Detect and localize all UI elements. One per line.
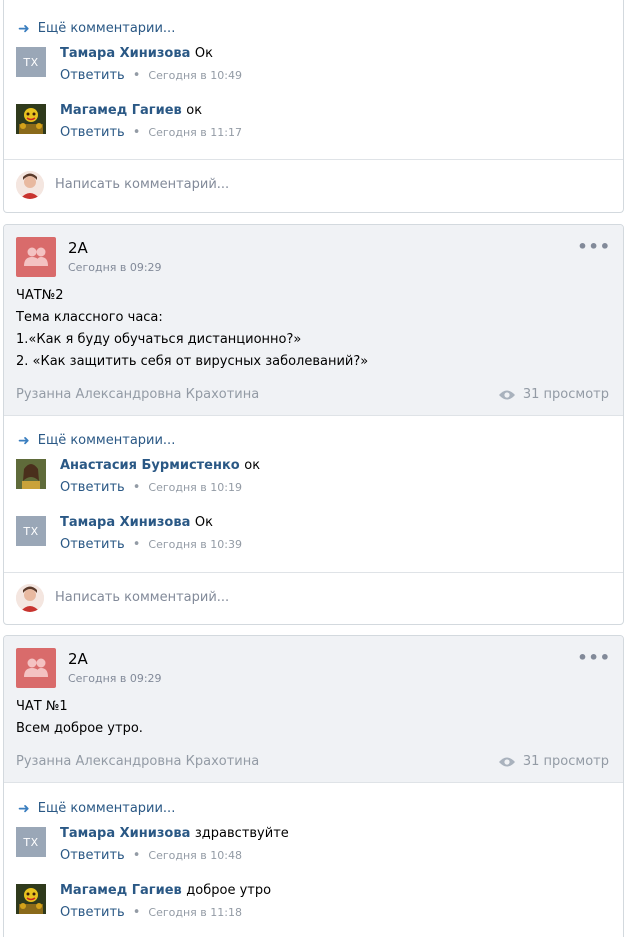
reply-link[interactable]: Ответить	[60, 848, 125, 863]
feed: ➜ Ещё комментарии... ТХ Тамара Хинизова …	[0, 0, 625, 937]
more-dots-icon[interactable]: •••	[577, 648, 611, 667]
reply-link[interactable]: Ответить	[60, 125, 125, 140]
comment-author[interactable]: Тамара Хинизова Ок	[60, 46, 213, 61]
comment: Магамед Гагиев доброе утро Ответить • Сего…	[16, 878, 611, 935]
post: 2А Сегодня в 09:29 ••• ЧАТ №1 Всем добро…	[4, 636, 623, 783]
comments-section: ➜ Ещё комментарии... ТХ Тамара Хинизова …	[4, 783, 623, 935]
views-counter: 31 просмотр	[498, 754, 609, 769]
post-text-line: ЧАТ №1	[16, 699, 68, 714]
comment-author[interactable]: Анастасия Бурмистенко ок	[60, 458, 260, 473]
more-comments-label: Ещё комментарии...	[37, 21, 176, 36]
group-name[interactable]: 2А	[68, 650, 88, 668]
more-comments-label: Ещё комментарии...	[37, 433, 176, 448]
comment-text: доброе утро	[186, 883, 272, 898]
avatar[interactable]	[16, 459, 46, 489]
comment-input[interactable]: Написать комментарий...	[55, 177, 229, 192]
post-card: 2А Сегодня в 09:29 ••• ЧАТ№2 Тема классн…	[3, 224, 624, 625]
eye-icon	[498, 757, 515, 766]
comment: ТХ Тамара Хинизова Ок Ответить • Сегодня в…	[16, 41, 611, 98]
comment-author[interactable]: Тамара Хинизова Ок	[60, 515, 213, 530]
comment-input[interactable]: Написать комментарий...	[55, 590, 229, 605]
comment-time[interactable]: Сегодня в 10:19	[148, 481, 242, 494]
reply-link[interactable]: Ответить	[60, 905, 125, 920]
post-author[interactable]: Рузанна Александровна Крахотина	[16, 387, 259, 402]
reply-link[interactable]: Ответить	[60, 537, 125, 552]
group-avatar[interactable]	[16, 648, 56, 688]
comment: Анастасия Бурмистенко ок Ответить • Сегодн…	[16, 453, 611, 510]
comment-text: ок	[186, 103, 203, 118]
avatar[interactable]	[16, 104, 46, 134]
post-text-line: 1.«Как я буду обучаться дистанционно?»	[16, 332, 302, 347]
post-body: ЧАТ №1 Всем доброе утро.	[4, 694, 623, 740]
more-dots-icon[interactable]: •••	[577, 237, 611, 256]
avatar[interactable]: ТХ	[16, 827, 46, 857]
group-avatar[interactable]	[16, 237, 56, 277]
post-text-line: Тема классного часа:	[16, 310, 163, 325]
more-comments-link[interactable]: ➜ Ещё комментарии...	[16, 428, 611, 453]
post-author[interactable]: Рузанна Александровна Крахотина	[16, 754, 259, 769]
comments-section: ➜ Ещё комментарии... Анастасия Бурмистен…	[4, 416, 623, 567]
comment-meta: Ответить • Сегодня в 10:48	[60, 848, 242, 863]
comment-meta: Ответить • Сегодня в 11:17	[60, 125, 242, 140]
more-comments-link[interactable]: ➜ Ещё комментарии...	[16, 796, 611, 821]
post-body: ЧАТ№2 Тема классного часа: 1.«Как я буду…	[4, 283, 623, 373]
views-label: 31 просмотр	[522, 754, 609, 769]
reply-link[interactable]: Ответить	[60, 480, 125, 495]
arrow-right-icon: ➜	[18, 20, 30, 37]
views-label: 31 просмотр	[522, 387, 609, 402]
post-header: 2А Сегодня в 09:29 •••	[4, 225, 623, 283]
comment-author[interactable]: Магамед Гагиев ок	[60, 103, 202, 118]
comments-section: ➜ Ещё комментарии... ТХ Тамара Хинизова …	[4, 0, 623, 155]
post-footer: Рузанна Александровна Крахотина 31 просм…	[4, 740, 623, 784]
post-text-line: Всем доброе утро.	[16, 721, 143, 736]
comment-meta: Ответить • Сегодня в 10:39	[60, 537, 242, 552]
comment: ТХ Тамара Хинизова Ок Ответить • Сегодня в…	[16, 510, 611, 567]
comment-text: Ок	[194, 515, 213, 530]
comment-meta: Ответить • Сегодня в 10:49	[60, 68, 242, 83]
group-name[interactable]: 2А	[68, 239, 88, 257]
comment-text: здравствуйте	[194, 826, 289, 841]
avatar	[16, 584, 44, 612]
arrow-right-icon: ➜	[18, 800, 30, 817]
write-comment-row[interactable]: Написать комментарий...	[4, 572, 623, 623]
avatar	[16, 171, 44, 199]
comment-author[interactable]: Тамара Хинизова здравствуйте	[60, 826, 289, 841]
comment-time[interactable]: Сегодня в 10:39	[148, 538, 242, 551]
post: 2А Сегодня в 09:29 ••• ЧАТ№2 Тема классн…	[4, 225, 623, 416]
post-text-line: ЧАТ№2	[16, 288, 64, 303]
comment-time[interactable]: Сегодня в 11:17	[148, 126, 242, 139]
comment: Магамед Гагиев ок Ответить • Сегодня в 11:…	[16, 98, 611, 155]
comment-time[interactable]: Сегодня в 11:18	[148, 906, 242, 919]
arrow-right-icon: ➜	[18, 432, 30, 449]
comment-time[interactable]: Сегодня в 10:49	[148, 69, 242, 82]
avatar[interactable]: ТХ	[16, 47, 46, 77]
post-text-line: 2. «Как защитить себя от вирусных заболе…	[16, 354, 369, 369]
post-card: ➜ Ещё комментарии... ТХ Тамара Хинизова …	[3, 0, 624, 213]
comment-meta: Ответить • Сегодня в 10:19	[60, 480, 242, 495]
eye-icon	[498, 390, 515, 399]
avatar[interactable]: ТХ	[16, 516, 46, 546]
views-counter: 31 просмотр	[498, 387, 609, 402]
post-time[interactable]: Сегодня в 09:29	[68, 261, 162, 274]
comment-text: Ок	[194, 46, 213, 61]
group-icon	[24, 247, 48, 266]
post-card: 2А Сегодня в 09:29 ••• ЧАТ №1 Всем добро…	[3, 635, 624, 937]
more-comments-link[interactable]: ➜ Ещё комментарии...	[16, 16, 611, 41]
group-icon	[24, 658, 48, 677]
comment: ТХ Тамара Хинизова здравствуйте Ответить…	[16, 821, 611, 878]
avatar[interactable]	[16, 884, 46, 914]
more-comments-label: Ещё комментарии...	[37, 801, 176, 816]
comment-time[interactable]: Сегодня в 10:48	[148, 849, 242, 862]
reply-link[interactable]: Ответить	[60, 68, 125, 83]
comment-meta: Ответить • Сегодня в 11:18	[60, 905, 242, 920]
post-header: 2А Сегодня в 09:29 •••	[4, 636, 623, 694]
comment-text: ок	[244, 458, 261, 473]
write-comment-row[interactable]: Написать комментарий...	[4, 159, 623, 210]
post-time[interactable]: Сегодня в 09:29	[68, 672, 162, 685]
comment-author[interactable]: Магамед Гагиев доброе утро	[60, 883, 271, 898]
post-footer: Рузанна Александровна Крахотина 31 просм…	[4, 373, 623, 417]
